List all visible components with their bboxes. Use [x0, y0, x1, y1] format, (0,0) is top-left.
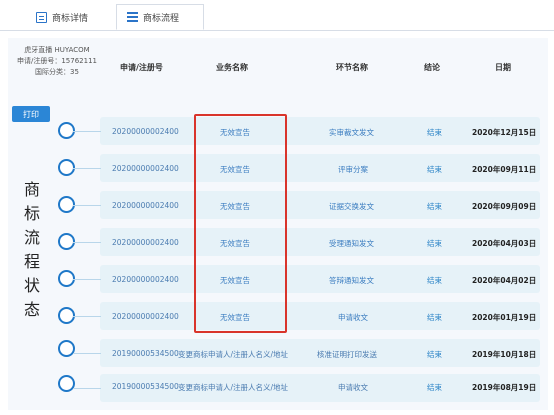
row-result: 结束 — [427, 128, 442, 137]
document-icon — [36, 11, 47, 23]
row-reg-no: 20190000534500 — [112, 349, 179, 358]
row-date: 2020年01月19日 — [472, 313, 537, 322]
column-header-reg-no: 申请/注册号 — [120, 63, 163, 72]
row-result: 结束 — [427, 202, 442, 211]
print-button[interactable]: 打印 — [12, 106, 50, 122]
registration-number: 申请/注册号：15762111 — [17, 57, 97, 65]
row-date: 2020年04月02日 — [472, 276, 537, 285]
timeline-node-icon — [58, 375, 75, 392]
row-reg-no: 20200000002400 — [112, 312, 179, 321]
row-business: 变更商标申请人/注册人名义/地址 — [178, 383, 289, 392]
row-date: 2020年12月15日 — [472, 128, 537, 137]
row-stage: 受理通知发文 — [329, 239, 374, 248]
international-class: 国际分类：35 — [35, 68, 79, 76]
column-header-date: 日期 — [495, 63, 511, 72]
row-stage: 申请收文 — [338, 313, 368, 322]
row-reg-no: 20190000534500 — [112, 382, 179, 391]
row-stage: 核准证明打印发送 — [317, 350, 377, 359]
flow-status-label: 商 标 流 程 状 态 — [23, 180, 42, 319]
highlight-box — [194, 114, 287, 333]
row-reg-no: 20200000002400 — [112, 201, 179, 210]
row-result: 结束 — [427, 165, 442, 174]
row-result: 结束 — [427, 276, 442, 285]
row-stage: 评审分案 — [338, 165, 368, 174]
row-date: 2019年10月18日 — [472, 350, 537, 359]
tab-label: 商标详情 — [52, 13, 89, 24]
row-result: 结束 — [427, 239, 442, 248]
tab-trademark-details[interactable]: 商标详情 — [26, 4, 114, 30]
row-result: 结束 — [427, 383, 442, 392]
row-reg-no: 20200000002400 — [112, 275, 179, 284]
column-header-result: 结论 — [424, 63, 440, 72]
row-reg-no: 20200000002400 — [112, 238, 179, 247]
row-reg-no: 20200000002400 — [112, 127, 179, 136]
column-header-business: 业务名称 — [216, 63, 248, 72]
row-result: 结束 — [427, 350, 442, 359]
row-result: 结束 — [427, 313, 442, 322]
row-date: 2020年04月03日 — [472, 239, 537, 248]
tab-trademark-flow[interactable]: 商标流程 — [116, 4, 204, 30]
trademark-name: 虎牙直播 HUYACOM — [24, 46, 90, 54]
row-date: 2019年08月19日 — [472, 383, 537, 392]
row-stage: 申请收文 — [338, 383, 368, 392]
timeline-node-icon — [58, 340, 75, 357]
trademark-info: 虎牙直播 HUYACOM 申请/注册号：15762111 国际分类：35 — [12, 45, 102, 78]
list-icon — [127, 12, 138, 22]
row-business: 变更商标申请人/注册人名义/地址 — [178, 350, 289, 359]
tab-label: 商标流程 — [143, 13, 180, 24]
column-header-stage: 环节名称 — [336, 63, 368, 72]
row-date: 2020年09月11日 — [472, 165, 537, 174]
row-reg-no: 20200000002400 — [112, 164, 179, 173]
row-stage: 证据交换发文 — [329, 202, 374, 211]
row-date: 2020年09月09日 — [472, 202, 537, 211]
tab-bar: 商标详情 商标流程 — [0, 0, 554, 31]
row-stage: 实审裁文发文 — [329, 128, 374, 137]
row-stage: 答辩通知发文 — [329, 276, 374, 285]
